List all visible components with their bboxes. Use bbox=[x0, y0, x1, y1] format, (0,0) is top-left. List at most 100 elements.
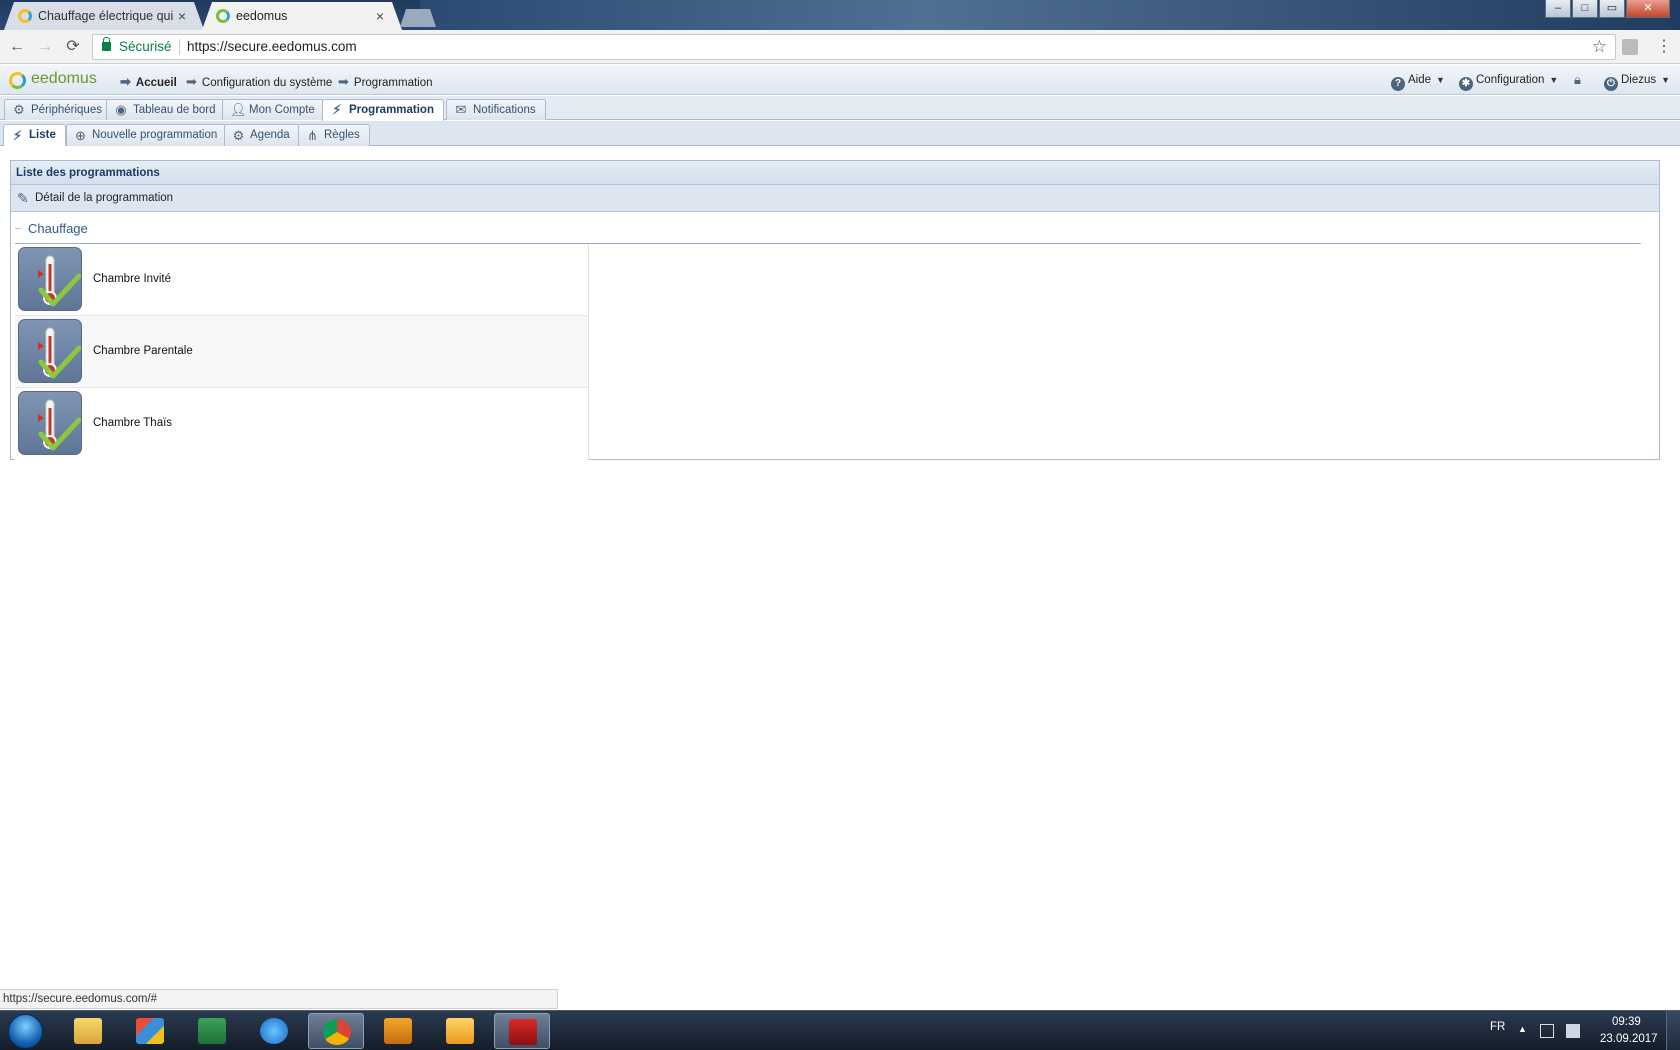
sub-tab-bar: ⚡︎ Liste ⊕ Nouvelle programmation ⚙ Agenda … bbox=[0, 121, 1680, 146]
gear-icon: ⚙ bbox=[13, 102, 25, 117]
tab-label: Tableau de bord bbox=[133, 104, 216, 116]
address-bar[interactable]: Sécurisé https://secure.eedomus.com ☆ bbox=[92, 34, 1616, 60]
titlebar-background bbox=[420, 0, 1680, 30]
browser-toolbar: ← → ⟳ Sécurisé https://secure.eedomus.co… bbox=[0, 30, 1680, 64]
programmation-items: Chambre Invité Chambre Parentale Chambre… bbox=[15, 244, 589, 460]
plus-circle-icon: ⊕ bbox=[75, 128, 86, 143]
subtab-regles[interactable]: ⋔ Règles bbox=[298, 124, 370, 146]
tab-label: Périphériques bbox=[31, 104, 102, 116]
panel-toolbar: ✎ Détail de la programmation bbox=[11, 185, 1659, 212]
tab-programmation[interactable]: ⚡︎ Programmation bbox=[322, 99, 444, 121]
acrobat-icon[interactable] bbox=[494, 1013, 550, 1049]
gear-icon: ✱ bbox=[1459, 77, 1473, 91]
list-item[interactable]: Chambre Thaïs bbox=[15, 388, 589, 460]
windows-logo-icon bbox=[8, 1014, 43, 1049]
user-icon: 👤︎ bbox=[230, 102, 247, 117]
outlook-icon[interactable] bbox=[432, 1013, 488, 1049]
restore-button[interactable]: ▭ bbox=[1599, 0, 1625, 18]
tab-title: eedomus bbox=[236, 9, 288, 23]
chevron-down-icon: ▼ bbox=[1549, 75, 1559, 85]
item-name: Chambre Invité bbox=[93, 273, 171, 285]
tab-mon-compte[interactable]: 👤︎ Mon Compte bbox=[222, 99, 325, 120]
arrow-right-icon: ➡ bbox=[186, 74, 197, 89]
main-tab-bar: ⚙ Périphériques ◉ Tableau de bord 👤︎ Mon Co… bbox=[0, 96, 1680, 121]
tab-title: Chauffage électrique qui bbox=[38, 9, 174, 23]
bookmark-star-icon[interactable]: ☆ bbox=[1592, 37, 1607, 57]
collapse-icon[interactable]: – bbox=[15, 223, 21, 234]
breadcrumb-label: Accueil bbox=[135, 77, 177, 89]
media-player-icon[interactable] bbox=[370, 1013, 426, 1049]
reload-button[interactable]: ⟳ bbox=[62, 37, 84, 57]
breadcrumb-programmation[interactable]: ➡ Programmation bbox=[338, 74, 433, 90]
help-icon: ? bbox=[1391, 77, 1405, 91]
subtab-agenda[interactable]: ⚙ Agenda bbox=[224, 124, 300, 146]
tab-close-icon[interactable]: × bbox=[376, 2, 384, 30]
subtab-liste[interactable]: ⚡︎ Liste bbox=[3, 124, 66, 146]
browser-tab-eedomus[interactable]: eedomus × bbox=[202, 2, 402, 30]
thermometer-check-icon bbox=[18, 391, 82, 455]
start-button[interactable] bbox=[2, 1012, 50, 1050]
group-title: Chauffage bbox=[28, 221, 88, 236]
action-center-icon[interactable] bbox=[1566, 1024, 1580, 1038]
help-menu[interactable]: ? Aide ▼ bbox=[1391, 74, 1445, 91]
dashboard-icon: ◉ bbox=[115, 102, 127, 117]
chrome-icon[interactable] bbox=[308, 1013, 364, 1049]
hierarchy-icon: ⋔ bbox=[307, 128, 318, 143]
paint-icon[interactable] bbox=[122, 1013, 178, 1049]
list-item[interactable]: Chambre Parentale bbox=[15, 316, 589, 388]
browser-tab-chauffage[interactable]: Chauffage électrique qui × bbox=[4, 2, 204, 30]
magic-wand-icon: ⚡︎ bbox=[12, 128, 23, 143]
pencil-icon[interactable]: ✎ bbox=[17, 190, 29, 207]
tab-peripheriques[interactable]: ⚙ Périphériques bbox=[4, 99, 112, 120]
breadcrumb-accueil[interactable]: ➡ Accueil bbox=[120, 74, 177, 90]
logo-text[interactable]: eedomus bbox=[31, 70, 97, 88]
omnibox-divider bbox=[179, 39, 180, 55]
list-item[interactable]: Chambre Invité bbox=[15, 244, 589, 316]
internet-explorer-icon[interactable] bbox=[246, 1013, 302, 1049]
breadcrumb-configuration[interactable]: ➡ Configuration du système bbox=[186, 74, 332, 90]
arrow-right-icon: ➡ bbox=[338, 74, 349, 89]
power-icon: ⏻ bbox=[1604, 77, 1618, 91]
eedomus-logo-icon[interactable] bbox=[9, 72, 26, 89]
clock-date[interactable]: 23.09.2017 bbox=[1600, 1033, 1658, 1045]
maximize-button[interactable]: □ bbox=[1572, 0, 1598, 18]
user-menu[interactable]: ⏻ Diezus ▼ bbox=[1604, 74, 1670, 91]
close-window-button[interactable]: ✕ bbox=[1626, 0, 1670, 18]
file-explorer-icon[interactable] bbox=[60, 1013, 116, 1049]
programmation-list-panel: Liste des programmations ✎ Détail de la … bbox=[10, 160, 1660, 460]
clock-time[interactable]: 09:39 bbox=[1612, 1016, 1641, 1028]
subtab-nouvelle-programmation[interactable]: ⊕ Nouvelle programmation bbox=[66, 124, 228, 146]
app-header: eedomus ➡ Accueil ➡ Configuration du systè… bbox=[0, 65, 1680, 95]
lock-icon[interactable]: 🔒︎ bbox=[1574, 72, 1581, 88]
acrobat-extension-icon[interactable] bbox=[1622, 39, 1638, 55]
excel-icon[interactable] bbox=[184, 1013, 240, 1049]
magic-wand-icon: ⚡︎ bbox=[332, 102, 342, 117]
eedomus-favicon-icon bbox=[18, 9, 32, 23]
group-header-chauffage[interactable]: – Chauffage bbox=[11, 212, 1659, 244]
network-icon[interactable] bbox=[1540, 1024, 1554, 1038]
eedomus-favicon-icon bbox=[216, 9, 230, 23]
browser-titlebar: Chauffage électrique qui × eedomus × – □… bbox=[0, 0, 1680, 30]
new-tab-button[interactable] bbox=[400, 9, 436, 27]
tab-tableau-de-bord[interactable]: ◉ Tableau de bord bbox=[106, 99, 226, 120]
tray-expand-icon[interactable]: ▲ bbox=[1518, 1024, 1527, 1034]
arrow-right-icon: ➡ bbox=[120, 74, 131, 89]
forward-button[interactable]: → bbox=[34, 37, 56, 57]
configuration-label: Configuration bbox=[1476, 74, 1545, 86]
minimize-button[interactable]: – bbox=[1545, 0, 1571, 18]
tab-notifications[interactable]: ✉ Notifications bbox=[446, 99, 546, 120]
breadcrumb-label: Programmation bbox=[353, 77, 433, 89]
browser-menu-icon[interactable]: ⋮ bbox=[1656, 36, 1672, 56]
item-name: Chambre Thaïs bbox=[93, 417, 173, 429]
back-button[interactable]: ← bbox=[6, 37, 28, 57]
url-text[interactable]: https://secure.eedomus.com bbox=[187, 39, 357, 54]
tab-close-icon[interactable]: × bbox=[178, 2, 186, 30]
help-label: Aide bbox=[1408, 74, 1432, 86]
detail-button[interactable]: Détail de la programmation bbox=[35, 192, 173, 204]
tab-label: Liste bbox=[29, 129, 56, 141]
tab-label: Nouvelle programmation bbox=[92, 129, 218, 141]
language-indicator[interactable]: FR bbox=[1490, 1021, 1505, 1033]
tab-label: Agenda bbox=[250, 129, 290, 141]
show-desktop-button[interactable] bbox=[1666, 1011, 1680, 1050]
configuration-menu[interactable]: ✱ Configuration ▼ bbox=[1459, 74, 1558, 91]
